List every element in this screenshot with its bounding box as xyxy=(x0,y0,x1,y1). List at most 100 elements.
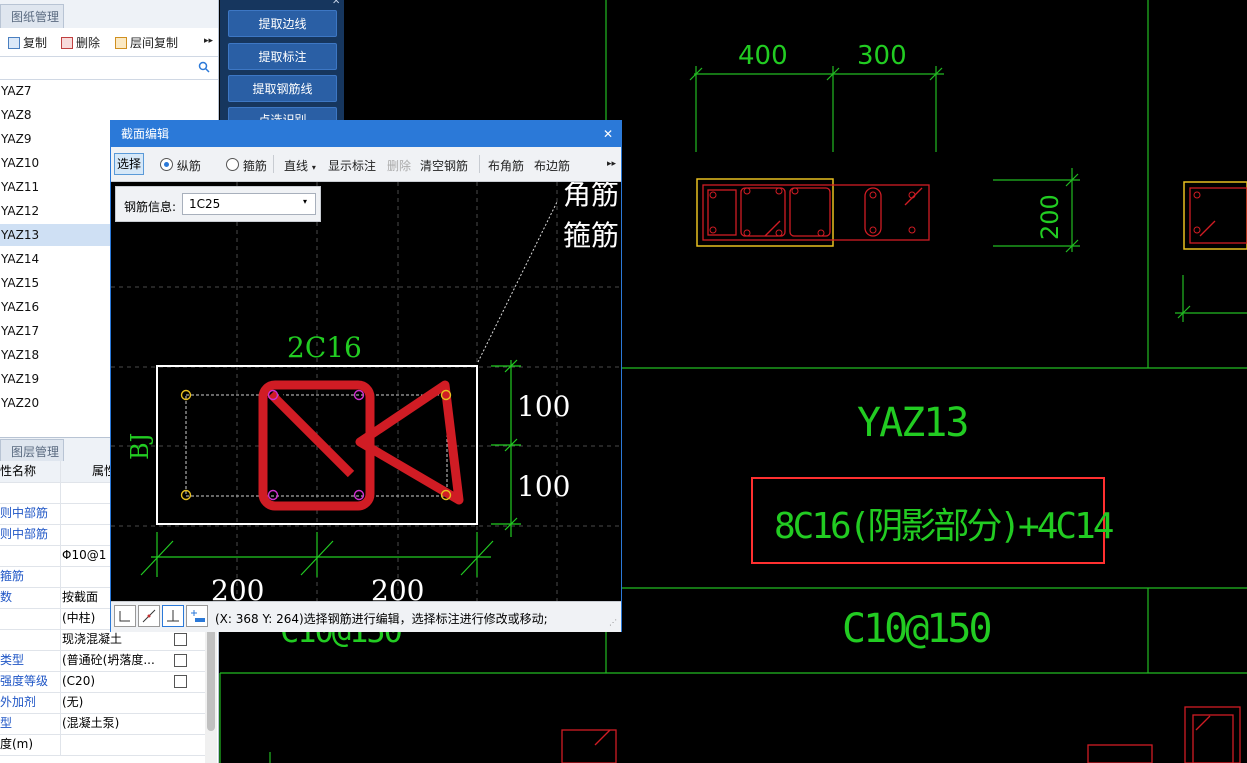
property-name xyxy=(0,482,61,503)
copy-icon xyxy=(8,36,20,49)
radio-stirrup[interactable]: 箍筋 xyxy=(226,157,267,174)
list-item[interactable]: YAZ19 xyxy=(0,368,111,390)
floor-copy-button[interactable]: 层间复制 xyxy=(115,34,178,51)
section-top-label: 2C16 xyxy=(287,331,362,364)
list-toolbar: 复制 删除 层间复制 ▸▸ xyxy=(0,28,218,56)
more-button[interactable]: ▸▸ xyxy=(204,36,213,46)
dialog-toolbar: 选择 纵筋 箍筋 直线 ▾ 显示标注 删除 清空钢筋 布角筋 布边筋 ▸▸ xyxy=(111,147,621,182)
rebar-info-label: 钢筋信息: xyxy=(124,200,177,214)
delete-button[interactable]: 删除 xyxy=(61,34,100,51)
extract-dim-button[interactable]: 提取标注 xyxy=(228,43,337,70)
list-item[interactable]: YAZ14 xyxy=(0,248,111,270)
cad-stirrup-text: C10@150 xyxy=(842,606,990,652)
radio-longitudinal-label: 纵筋 xyxy=(176,159,201,173)
property-row[interactable]: 现浇混凝土 xyxy=(0,629,205,651)
list-item[interactable]: YAZ7 xyxy=(0,80,111,102)
delete-rebar-button[interactable]: 删除 xyxy=(387,157,411,174)
property-name: 类型 xyxy=(0,650,61,671)
cad-dim-400: 400 xyxy=(738,41,788,71)
property-row[interactable]: 度(m) xyxy=(0,734,205,756)
property-value[interactable]: (C20) xyxy=(62,671,162,692)
property-name: 度(m) xyxy=(0,734,61,755)
dim-bottom-2: 200 xyxy=(371,574,424,601)
toolbar-divider xyxy=(479,155,480,173)
property-row[interactable]: 强度等级 (C20) xyxy=(0,671,205,693)
cad-dim-300: 300 xyxy=(857,41,907,71)
tab-layer-management[interactable]: 图层管理 xyxy=(0,439,64,462)
dialog-titlebar[interactable]: 截面编辑 ✕ xyxy=(111,121,621,147)
property-name xyxy=(0,608,61,629)
angle-snap-icon[interactable] xyxy=(138,605,160,627)
floor-copy-icon xyxy=(115,36,127,49)
extract-rebar-line-button[interactable]: 提取钢筋线 xyxy=(228,75,337,102)
copy-label: 复制 xyxy=(23,36,48,50)
property-name: 型 xyxy=(0,713,61,734)
status-text: (X: 368 Y: 264)选择钢筋进行编辑，选择标注进行修改或移动; xyxy=(215,612,548,626)
list-item[interactable]: YAZ15 xyxy=(0,272,111,294)
section-canvas[interactable]: 2C16 BJ 100 100 200 200 角筋 箍筋 xyxy=(111,182,621,601)
property-name: 外加剂 xyxy=(0,692,61,713)
dialog-close-button[interactable]: ✕ xyxy=(603,121,613,147)
property-value[interactable]: 现浇混凝土 xyxy=(62,629,162,650)
radio-unchecked-icon xyxy=(226,158,239,171)
list-item[interactable]: YAZ11 xyxy=(0,176,111,198)
section-side-label: BJ xyxy=(126,433,154,460)
property-checkbox[interactable] xyxy=(174,633,187,646)
dim-right-1: 100 xyxy=(517,390,570,423)
line-dropdown[interactable]: 直线 ▾ xyxy=(284,157,316,174)
list-item[interactable]: YAZ16 xyxy=(0,296,111,318)
overflow-text-corner: 角筋 xyxy=(563,182,619,211)
dimension-add-icon[interactable] xyxy=(186,605,208,627)
chevron-down-icon: ▾ xyxy=(311,163,316,172)
clear-rebar-button[interactable]: 清空钢筋 xyxy=(420,157,468,174)
tab-drawing-management[interactable]: 图纸管理 xyxy=(0,4,64,28)
drawing-tab-bar: 图纸管理 xyxy=(0,0,218,29)
property-value[interactable]: (普通砼(坍落度... xyxy=(62,650,162,671)
resize-grip-icon[interactable]: ⋰ xyxy=(609,618,617,627)
list-item[interactable]: YAZ17 xyxy=(0,320,111,342)
property-name xyxy=(0,545,61,566)
perpendicular-snap-icon[interactable] xyxy=(162,605,184,627)
cad-column-name: YAZ13 xyxy=(857,400,967,446)
rebar-point xyxy=(353,489,365,501)
list-item[interactable]: YAZ18 xyxy=(0,344,111,366)
property-name: 则中部筋 xyxy=(0,503,61,524)
list-item[interactable]: YAZ10 xyxy=(0,152,111,174)
extract-panel: ✕ 提取边线 提取标注 提取钢筋线 点选识别 xyxy=(220,0,344,122)
rebar-info-value: 1C25 xyxy=(189,197,221,211)
property-row[interactable]: 型 (混凝土泵) xyxy=(0,713,205,735)
property-row[interactable]: 外加剂 (无) xyxy=(0,692,205,714)
panel-close-button[interactable]: ✕ xyxy=(332,0,340,7)
dim-right-2: 100 xyxy=(517,470,570,503)
property-checkbox[interactable] xyxy=(174,675,187,688)
rebar-info-select[interactable]: 1C25 ▾ xyxy=(182,193,316,215)
property-name: 数 xyxy=(0,587,61,608)
floor-copy-label: 层间复制 xyxy=(130,36,179,50)
section-edit-dialog: 截面编辑 ✕ 选择 纵筋 箍筋 直线 ▾ 显示标注 删除 清空钢筋 布角筋 布边… xyxy=(110,120,622,632)
extract-edge-button[interactable]: 提取边线 xyxy=(228,10,337,37)
list-item[interactable]: YAZ20 xyxy=(0,392,111,414)
dialog-more-button[interactable]: ▸▸ xyxy=(607,159,616,169)
list-item[interactable]: YAZ8 xyxy=(0,104,111,126)
list-item[interactable]: YAZ9 xyxy=(0,128,111,150)
property-name: 则中部筋 xyxy=(0,524,61,545)
edge-rebar-button[interactable]: 布边筋 xyxy=(534,157,570,174)
list-item[interactable]: YAZ12 xyxy=(0,200,111,222)
copy-button[interactable]: 复制 xyxy=(8,34,47,51)
chevron-down-icon: ▾ xyxy=(303,197,308,206)
radio-longitudinal[interactable]: 纵筋 xyxy=(160,157,201,174)
search-input[interactable] xyxy=(0,56,218,80)
select-button[interactable]: 选择 xyxy=(114,153,144,175)
property-value[interactable] xyxy=(62,734,162,755)
list-item[interactable]: YAZ13 xyxy=(0,224,111,246)
corner-rebar-button[interactable]: 布角筋 xyxy=(488,157,524,174)
property-checkbox[interactable] xyxy=(174,654,187,667)
property-value[interactable]: (混凝土泵) xyxy=(62,713,162,734)
toolbar-divider xyxy=(273,155,274,173)
ortho-snap-icon[interactable] xyxy=(114,605,136,627)
property-row[interactable]: 类型 (普通砼(坍落度... xyxy=(0,650,205,672)
rebar-point xyxy=(267,489,279,501)
show-dim-button[interactable]: 显示标注 xyxy=(328,157,376,174)
property-value[interactable]: (无) xyxy=(62,692,162,713)
property-name xyxy=(0,629,61,650)
